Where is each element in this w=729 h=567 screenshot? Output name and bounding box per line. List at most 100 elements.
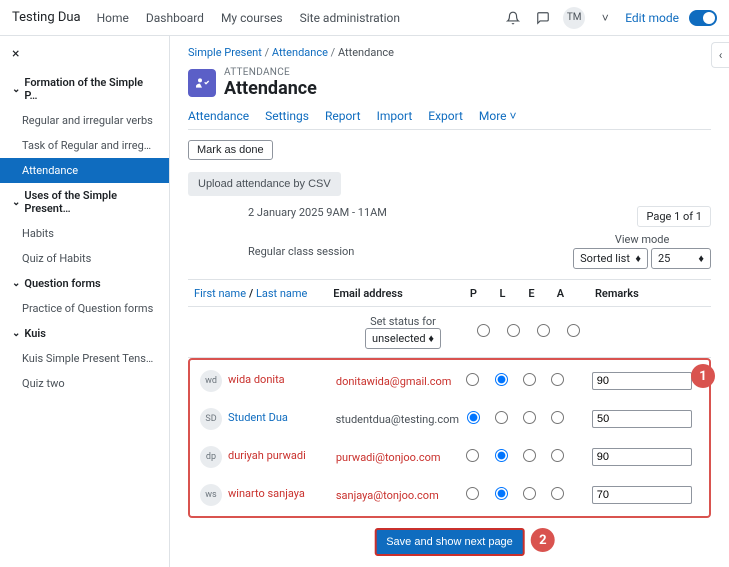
tab-settings[interactable]: Settings [265, 109, 309, 123]
status-radio[interactable] [466, 487, 479, 500]
remarks-input[interactable] [592, 448, 692, 466]
page-indicator: Page 1 of 1 [637, 206, 711, 227]
content: Simple Present / Attendance / Attendance… [170, 36, 729, 567]
module-kicker: ATTENDANCE [224, 67, 317, 78]
user-link[interactable]: wida donita [228, 373, 285, 386]
sidebar-item-attendance[interactable]: Attendance [0, 158, 169, 183]
status-radio[interactable] [467, 411, 480, 424]
tab-report[interactable]: Report [325, 109, 361, 123]
sidebar-item-kuis1[interactable]: Kuis Simple Present Tense Ta… [0, 346, 169, 371]
nav-siteadmin[interactable]: Site administration [300, 11, 400, 25]
setall-p[interactable] [477, 324, 490, 337]
topbar: Testing Dua Home Dashboard My courses Si… [0, 0, 729, 36]
avatar: ws [200, 484, 222, 506]
sidebar-item-habits[interactable]: Habits [0, 221, 169, 246]
section-formation[interactable]: Formation of the Simple P… [0, 70, 169, 108]
email-link[interactable]: donitawida@gmail.com [336, 375, 452, 388]
message-icon[interactable] [533, 8, 553, 28]
tab-import[interactable]: Import [377, 109, 413, 123]
status-radio[interactable] [523, 487, 536, 500]
status-radio[interactable] [466, 373, 479, 386]
col-a: A [546, 287, 575, 300]
crumb-course[interactable]: Simple Present [188, 46, 262, 59]
crumb-current: Attendance [338, 46, 394, 59]
session-desc: Regular class session [188, 245, 354, 258]
viewmode-label: View mode [573, 233, 711, 246]
top-nav: Home Dashboard My courses Site administr… [97, 11, 414, 25]
avatar: SD [200, 408, 222, 430]
table-row: SD Student Dua studentdua@testing.com [194, 400, 705, 438]
table-row: dp duriyah purwadi purwadi@tonjoo.com [194, 438, 705, 476]
remarks-input[interactable] [592, 410, 692, 428]
status-radio[interactable] [495, 449, 508, 462]
user-link[interactable]: winarto sanjaya [228, 487, 305, 500]
setall-l[interactable] [507, 324, 520, 337]
setall-a[interactable] [567, 324, 580, 337]
nav-home[interactable]: Home [97, 11, 129, 25]
section-uses[interactable]: Uses of the Simple Present… [0, 183, 169, 221]
editmode-toggle[interactable] [689, 10, 717, 26]
tab-attendance[interactable]: Attendance [188, 109, 249, 123]
status-radio[interactable] [551, 373, 564, 386]
status-radio[interactable] [495, 487, 508, 500]
nav-dashboard[interactable]: Dashboard [146, 11, 204, 25]
save-button[interactable]: Save and show next page [374, 528, 525, 556]
status-radio[interactable] [523, 411, 536, 424]
email-link[interactable]: studentdua@testing.com [336, 413, 459, 426]
remarks-input[interactable] [592, 372, 692, 390]
sidebar-item-quizhabits[interactable]: Quiz of Habits [0, 246, 169, 271]
remarks-input[interactable] [592, 486, 692, 504]
page-title: Attendance [224, 78, 317, 99]
status-radio[interactable] [523, 449, 536, 462]
sidebar-item-practice[interactable]: Practice of Question forms [0, 296, 169, 321]
table-header: First name / Last name Email address P L… [188, 279, 711, 307]
status-radio[interactable] [466, 449, 479, 462]
session-datetime: 2 January 2025 9AM - 11AM [248, 206, 387, 219]
perpage-select[interactable]: 25♦ [651, 248, 711, 269]
status-radio[interactable] [495, 373, 508, 386]
editmode-label: Edit mode [625, 11, 679, 25]
status-radio[interactable] [495, 411, 508, 424]
sidebar-item-kuis2[interactable]: Quiz two [0, 371, 169, 396]
upload-csv-button[interactable]: Upload attendance by CSV [188, 172, 341, 196]
callout-1: 1 [691, 364, 715, 388]
table-row: ws winarto sanjaya sanjaya@tonjoo.com [194, 476, 705, 514]
avatar: dp [200, 446, 222, 468]
email-link[interactable]: purwadi@tonjoo.com [336, 451, 441, 464]
user-link[interactable]: duriyah purwadi [228, 449, 306, 462]
user-link[interactable]: Student Dua [228, 411, 288, 424]
callout-2: 2 [531, 528, 555, 552]
avatar[interactable]: TM [563, 7, 585, 29]
tab-export[interactable]: Export [428, 109, 463, 123]
breadcrumb: Simple Present / Attendance / Attendance [188, 46, 711, 59]
chevron-down-icon[interactable]: ˅ [595, 8, 615, 28]
status-radio[interactable] [551, 449, 564, 462]
bell-icon[interactable] [503, 8, 523, 28]
sidebar-item-task[interactable]: Task of Regular and irregular… [0, 133, 169, 158]
email-link[interactable]: sanjaya@tonjoo.com [336, 489, 439, 502]
highlight-box: wdwida donitadonitawida@gmail.comSDStude… [188, 358, 711, 518]
col-lastname[interactable]: Last name [256, 287, 307, 300]
tab-more[interactable]: More ˅ [479, 109, 517, 123]
mark-done-button[interactable]: Mark as done [188, 140, 273, 160]
col-remarks: Remarks [595, 287, 711, 300]
section-kuis[interactable]: Kuis [0, 321, 169, 346]
attendance-icon [188, 69, 216, 97]
status-radio[interactable] [551, 411, 564, 424]
setall-e[interactable] [537, 324, 550, 337]
sort-select[interactable]: Sorted list ♦ [573, 248, 648, 269]
set-status-label: Set status for [338, 315, 468, 328]
section-question[interactable]: Question forms [0, 271, 169, 296]
status-radio[interactable] [551, 487, 564, 500]
sidebar-item-verbs[interactable]: Regular and irregular verbs [0, 108, 169, 133]
set-status-row: Set status for unselected ♦ [188, 307, 711, 358]
col-firstname[interactable]: First name [194, 287, 246, 300]
set-status-select[interactable]: unselected ♦ [365, 328, 441, 349]
brand[interactable]: Testing Dua [12, 10, 81, 25]
col-p: P [459, 287, 488, 300]
col-e: E [517, 287, 546, 300]
status-radio[interactable] [523, 373, 536, 386]
nav-mycourses[interactable]: My courses [221, 11, 283, 25]
crumb-module[interactable]: Attendance [272, 46, 328, 59]
close-icon[interactable]: × [0, 46, 169, 70]
